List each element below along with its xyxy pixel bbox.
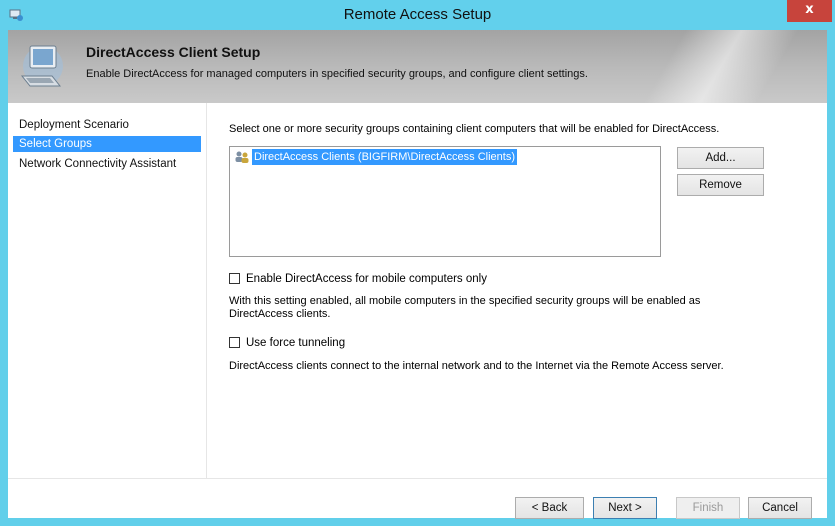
remote-access-setup-window: Remote Access Setup x DirectAccess Clien… [0, 0, 835, 526]
force-tunneling-checkbox[interactable] [229, 337, 240, 348]
header-title: DirectAccess Client Setup [86, 44, 261, 60]
group-label: DirectAccess Clients (BIGFIRM\DirectAcce… [252, 149, 517, 165]
wizard-footer: < Back Next > Finish Cancel [8, 478, 827, 519]
force-tunneling-info: DirectAccess clients connect to the inte… [229, 360, 724, 372]
page-header: DirectAccess Client Setup Enable DirectA… [8, 30, 827, 103]
nav-item-deployment-scenario[interactable]: Deployment Scenario [13, 117, 201, 133]
mobile-only-checkbox[interactable] [229, 273, 240, 284]
nav-item-network-connectivity-assistant[interactable]: Network Connectivity Assistant [13, 156, 201, 172]
close-button[interactable]: x [787, 0, 832, 22]
nav-item-label: Deployment Scenario [19, 119, 129, 131]
wizard-nav: Deployment Scenario Select Groups Networ… [8, 103, 207, 478]
finish-button[interactable]: Finish [676, 497, 740, 519]
nav-item-label: Network Connectivity Assistant [19, 158, 177, 170]
groups-description: Select one or more security groups conta… [229, 123, 720, 135]
user-group-icon [235, 151, 249, 163]
add-button[interactable]: Add... [677, 147, 764, 169]
back-button[interactable]: < Back [515, 497, 584, 519]
next-button[interactable]: Next > [593, 497, 657, 519]
mobile-only-info: With this setting enabled, all mobile co… [229, 295, 700, 321]
title-bar[interactable]: Remote Access Setup x [0, 0, 835, 30]
force-tunneling-label: Use force tunneling [246, 337, 346, 349]
wizard-body: Deployment Scenario Select Groups Networ… [8, 103, 827, 519]
mobile-only-label: Enable DirectAccess for mobile computers… [246, 273, 487, 285]
computer-icon [20, 45, 63, 87]
header-subtitle: Enable DirectAccess for managed computer… [86, 68, 588, 80]
nav-item-select-groups[interactable]: Select Groups [13, 136, 201, 152]
cancel-button[interactable]: Cancel [748, 497, 812, 519]
window-title: Remote Access Setup [343, 6, 492, 23]
mobile-only-info-line2: DirectAccess clients. [229, 308, 331, 320]
mobile-only-info-line1: With this setting enabled, all mobile co… [229, 295, 701, 307]
header-gloss [587, 30, 827, 103]
nav-item-label: Select Groups [19, 138, 92, 150]
content-pane: Select one or more security groups conta… [206, 103, 827, 478]
security-groups-list[interactable]: DirectAccess Clients (BIGFIRM\DirectAcce… [229, 146, 661, 257]
remove-button[interactable]: Remove [677, 174, 764, 196]
